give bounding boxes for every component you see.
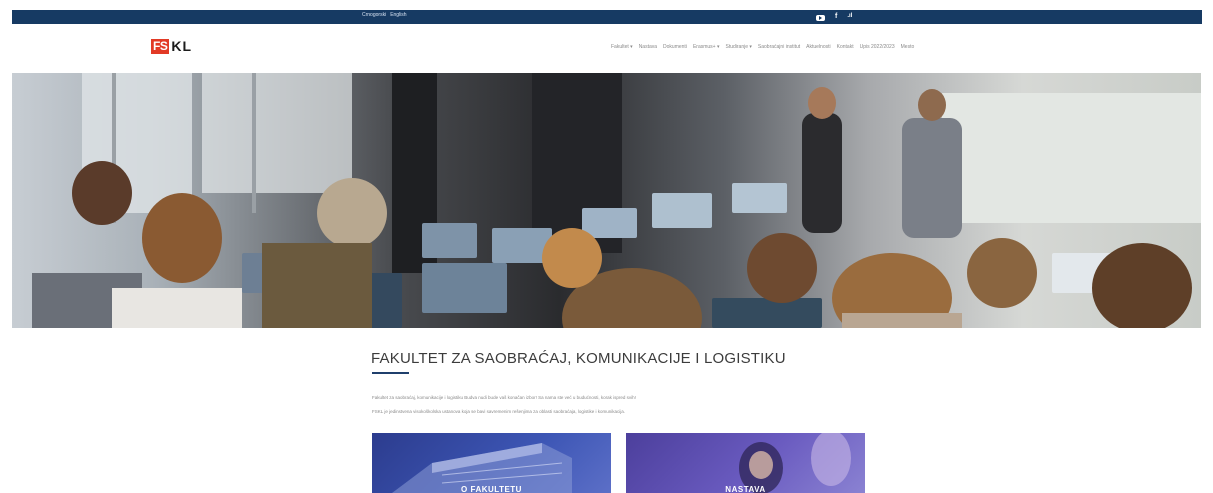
nav-studiranje[interactable]: Studiranje ▾ [725, 44, 751, 50]
nav-upis[interactable]: Upis 2022/2023 [860, 44, 895, 50]
social-links: f .ıl [816, 11, 852, 22]
logo-fs: FS [151, 38, 170, 54]
title-underline [372, 372, 409, 374]
nav-erasmus[interactable]: Erasmus+ ▾ [693, 44, 720, 50]
youtube-icon[interactable] [816, 14, 825, 21]
intro-paragraph-2: FSKL je jedinstvena visokoškolska ustano… [372, 409, 625, 414]
nav-fakultet[interactable]: Fakultet ▾ [611, 44, 633, 50]
nav-mesto[interactable]: Mesto [901, 44, 915, 50]
site-header: FS KL Fakultet ▾ Nastava Dokumenti Erasm… [0, 24, 1213, 72]
wifi-icon[interactable]: .ıl [847, 11, 852, 22]
nav-saobracajni-institut[interactable]: Saobraćajni institut [758, 44, 800, 50]
card-label-o-fakultetu: O FAKULTETU [461, 485, 522, 493]
page-title: FAKULTET ZA SAOBRAĆAJ, KOMUNIKACIJE I LO… [371, 350, 786, 367]
card-label-nastava: NASTAVA [725, 485, 766, 493]
hero-classroom-illustration [32, 73, 1201, 328]
site-logo[interactable]: FS KL [151, 38, 192, 54]
building-image [392, 443, 572, 493]
page: Crnogorski English f .ıl FS KL Fakultet … [0, 0, 1213, 493]
language-switcher: Crnogorski English [362, 12, 407, 18]
students-image [739, 433, 851, 493]
main-nav: Fakultet ▾ Nastava Dokumenti Erasmus+ ▾ … [611, 44, 914, 50]
nav-kontakt[interactable]: Kontakt [837, 44, 854, 50]
nav-aktuelnosti[interactable]: Aktuelnosti [806, 44, 830, 50]
card-nastava[interactable]: NASTAVA [626, 433, 865, 493]
logo-kl: KL [171, 38, 193, 54]
nav-dokumenti[interactable]: Dokumenti [663, 44, 687, 50]
facebook-icon[interactable]: f [835, 11, 837, 22]
language-english[interactable]: English [390, 12, 406, 18]
hero-image [12, 73, 1201, 328]
language-crnogorski[interactable]: Crnogorski [362, 12, 386, 18]
top-bar: Crnogorski English f .ıl [12, 10, 1202, 24]
card-o-fakultetu[interactable]: O FAKULTETU [372, 433, 611, 493]
nav-nastava[interactable]: Nastava [639, 44, 657, 50]
intro-paragraph-1: Fakultet za saobraćaj, komunikacije i lo… [372, 395, 636, 400]
